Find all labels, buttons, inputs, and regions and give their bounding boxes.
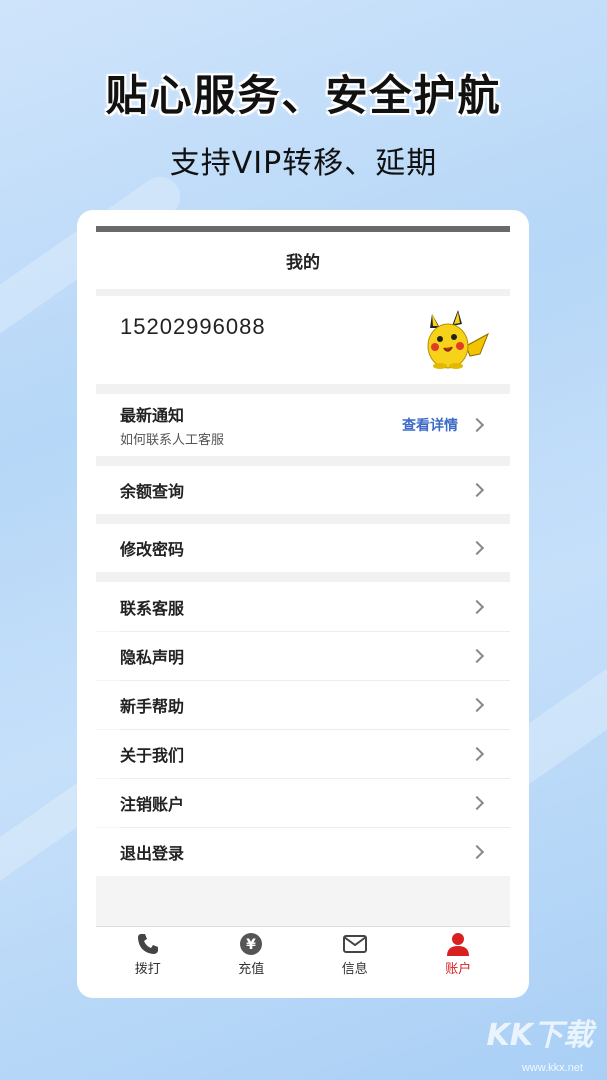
chevron-right-icon: [469, 417, 485, 433]
watermark: KK下载: [486, 1018, 594, 1053]
menu-item-label: 关于我们: [120, 746, 185, 765]
svg-text:¥: ¥: [246, 937, 256, 953]
menu-item-about[interactable]: 关于我们: [96, 730, 510, 778]
promo-headline: 贴心服务、安全护航: [105, 71, 502, 120]
user-icon: [447, 933, 470, 956]
chevron-right-icon: [469, 746, 485, 762]
tab-label: 信息: [341, 962, 368, 977]
menu-item-privacy[interactable]: 隐私声明: [96, 632, 510, 680]
notice-row[interactable]: 最新通知 如何联系人工客服 查看详情: [96, 394, 510, 456]
menu-item-label: 退出登录: [120, 844, 185, 863]
menu-item-support[interactable]: 联系客服: [96, 582, 510, 631]
pikachu-avatar-icon: [427, 310, 489, 369]
mail-icon: [342, 935, 367, 953]
menu-item-label: 隐私声明: [120, 648, 185, 667]
menu-item-label: 联系客服: [120, 598, 185, 618]
menu-item-label: 余额查询: [120, 482, 185, 501]
profile-card[interactable]: 15202996088: [96, 296, 510, 384]
tab-label: 拨打: [134, 962, 161, 977]
menu-item-balance[interactable]: 余额查询: [96, 466, 510, 514]
tab-account[interactable]: 账户: [407, 927, 511, 982]
app-screen: 我的 15202996088 最新通知 如何联系人工客服 查看详情 余额查询 修…: [96, 226, 510, 982]
promo-subline: 支持VIP转移、延期: [169, 146, 438, 181]
phone-mockup: 我的 15202996088 最新通知 如何联系人工客服 查看详情 余额查询 修…: [77, 210, 529, 998]
chevron-right-icon: [469, 844, 485, 860]
chevron-right-icon: [469, 795, 485, 811]
page-title: 我的: [96, 232, 510, 289]
chevron-right-icon: [469, 482, 485, 498]
tab-recharge[interactable]: ¥ 充值: [200, 927, 304, 982]
phone-number: 15202996088: [120, 314, 266, 339]
menu-item-label: 修改密码: [120, 540, 185, 559]
chevron-right-icon: [469, 599, 485, 614]
notice-subtitle: 如何联系人工客服: [120, 433, 225, 448]
tab-messages[interactable]: 信息: [303, 927, 407, 982]
chevron-right-icon: [469, 648, 485, 664]
phone-icon: [137, 934, 158, 954]
menu-item-delete-account[interactable]: 注销账户: [96, 779, 510, 827]
tab-label: 充值: [238, 962, 265, 977]
menu-item-password[interactable]: 修改密码: [96, 524, 510, 572]
notice-title: 最新通知: [120, 406, 185, 425]
watermark-url: www.kkx.net: [521, 1062, 583, 1074]
menu-item-logout[interactable]: 退出登录: [96, 828, 510, 876]
notice-details-link[interactable]: 查看详情: [402, 415, 458, 435]
bottom-tab-bar: 拨打 ¥ 充值 信息 账户: [96, 926, 510, 982]
menu-item-label: 注销账户: [120, 795, 185, 814]
menu-item-label: 新手帮助: [120, 697, 185, 716]
yuan-icon: ¥: [240, 933, 263, 955]
menu-item-help[interactable]: 新手帮助: [96, 681, 510, 729]
chevron-right-icon: [469, 540, 485, 556]
chevron-right-icon: [469, 697, 485, 713]
tab-label: 账户: [445, 962, 472, 977]
tab-dial[interactable]: 拨打: [96, 927, 200, 982]
